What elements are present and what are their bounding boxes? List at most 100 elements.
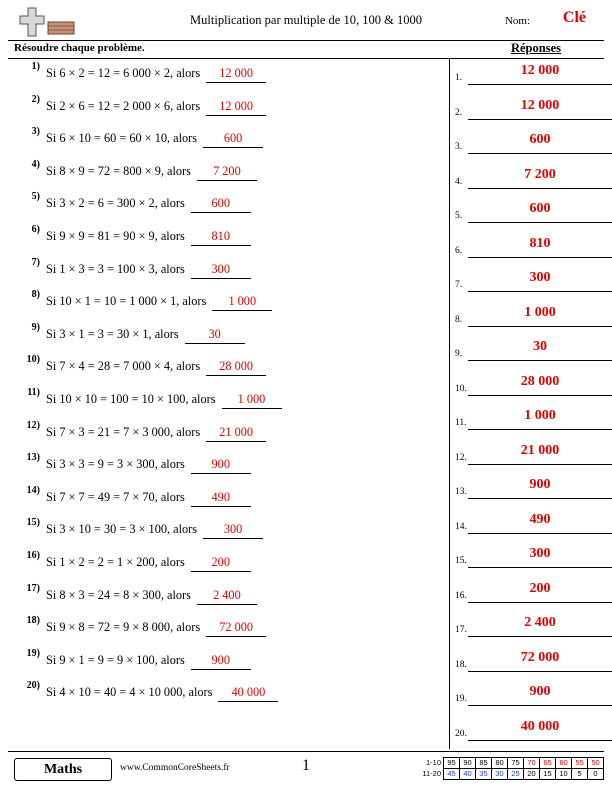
problem-text: Si 9 × 1 = 9 = 9 × 100, alors	[46, 652, 185, 667]
answer-value[interactable]: 21 000	[470, 443, 610, 459]
problem-answer-blank[interactable]: 30	[184, 327, 245, 344]
problem-answer-blank[interactable]: 600	[190, 196, 251, 214]
problem-answer-blank[interactable]: 200	[190, 555, 251, 572]
problem-row: 7) Si 1 × 3 = 3 = 100 × 3, alors 300	[8, 255, 449, 288]
answer-number: 10.	[455, 383, 467, 394]
problem-number: 8)	[31, 289, 40, 301]
name-label: Nom:	[504, 15, 530, 27]
problem-answer-blank[interactable]: 300	[203, 522, 264, 540]
answer-value[interactable]: 810	[470, 236, 610, 252]
problem-answer-blank[interactable]: 72 000	[206, 620, 267, 638]
score-cell: 80	[491, 757, 508, 769]
problem-text: Si 3 × 3 = 9 = 3 × 300, alors	[46, 457, 185, 472]
score-cell: 30	[491, 768, 508, 780]
answer-value[interactable]: 7 200	[470, 167, 610, 183]
answer-value[interactable]: 40 000	[470, 719, 610, 735]
problem-row: 18) Si 9 × 8 = 72 = 9 × 8 000, alors 72 00…	[8, 613, 449, 646]
answer-value[interactable]: 12 000	[470, 98, 610, 114]
score-row: 1-10 95 90 85 80 75 70 65 60 55 50	[417, 757, 604, 769]
answer-underline	[468, 567, 612, 568]
answer-value[interactable]: 900	[470, 684, 610, 700]
problem-text: Si 2 × 6 = 12 = 2 000 × 6, alors	[46, 98, 201, 113]
page-header: Multiplication par multiple de 10, 100 &…	[8, 6, 604, 41]
score-row-label: 1-10	[425, 758, 441, 767]
problem-text: Si 7 × 3 = 21 = 7 × 3 000, alors	[46, 424, 201, 439]
problem-row: 4) Si 8 × 9 = 72 = 800 × 9, alors 7 200	[8, 157, 449, 190]
answer-number: 3.	[455, 142, 463, 152]
problem-number: 9)	[31, 321, 40, 333]
answer-value[interactable]: 12 000	[470, 63, 610, 79]
score-cell: 0	[587, 768, 604, 780]
answer-value[interactable]: 30	[470, 339, 610, 355]
answer-number: 11.	[455, 418, 467, 428]
answer-value[interactable]: 600	[470, 132, 610, 148]
problem-text: Si 10 × 10 = 100 = 10 × 100, alors	[46, 391, 216, 406]
instructions-bar: Résoudre chaque problème. Réponses	[8, 41, 604, 59]
problem-text: Si 1 × 2 = 2 = 1 × 200, alors	[46, 554, 185, 569]
answer-number: 7.	[455, 280, 463, 290]
answer-number: 2.	[455, 107, 463, 118]
answer-underline	[468, 291, 612, 292]
answer-number: 5.	[455, 211, 463, 221]
score-cell: 65	[539, 757, 556, 769]
answer-value[interactable]: 28 000	[470, 374, 610, 390]
score-cell: 85	[475, 757, 492, 769]
problem-number: 2)	[31, 93, 40, 105]
problem-answer-blank[interactable]: 600	[203, 131, 264, 149]
answer-underline	[468, 84, 612, 85]
problem-answer-blank[interactable]: 1 000	[221, 392, 282, 409]
problem-answer-blank[interactable]: 300	[190, 262, 251, 279]
answer-value[interactable]: 72 000	[470, 650, 610, 666]
problem-answer-blank[interactable]: 12 000	[206, 99, 267, 116]
answer-value[interactable]: 1 000	[470, 305, 610, 321]
answer-number: 9.	[455, 349, 463, 359]
page-footer: Maths www.CommonCoreSheets.fr 1 1-10 95 90…	[8, 751, 604, 786]
answer-value[interactable]: 490	[470, 512, 610, 528]
problem-answer-blank[interactable]: 2 400	[196, 588, 257, 605]
problem-number: 19)	[26, 647, 40, 659]
problem-answer-blank[interactable]: 21 000	[206, 425, 267, 442]
problem-answer-blank[interactable]: 1 000	[212, 294, 273, 312]
problem-number: 6)	[31, 223, 40, 235]
answer-underline	[468, 532, 612, 534]
answer-number: 18.	[455, 659, 467, 670]
answer-row: 13. 900	[452, 473, 612, 508]
answer-row: 3. 600	[452, 128, 612, 163]
answer-value[interactable]: 300	[470, 270, 610, 286]
answer-value[interactable]: 600	[470, 201, 610, 217]
instruction-text: Résoudre chaque problème.	[14, 42, 145, 54]
answer-value[interactable]: 2 400	[470, 615, 610, 631]
problem-text: Si 7 × 7 = 49 = 7 × 70, alors	[46, 489, 185, 504]
score-cell: 10	[555, 768, 572, 780]
problem-answer-blank[interactable]: 28 000	[206, 359, 267, 377]
score-cell: 50	[587, 757, 604, 769]
answer-value[interactable]: 1 000	[470, 408, 610, 424]
score-cell: 95	[443, 757, 460, 769]
problem-answer-blank[interactable]: 490	[190, 490, 251, 507]
answer-value[interactable]: 200	[470, 581, 610, 597]
problem-text: Si 9 × 8 = 72 = 9 × 8 000, alors	[46, 620, 201, 635]
score-cell: 5	[571, 768, 588, 780]
score-cell: 45	[443, 768, 460, 780]
answer-row: 6. 810	[452, 232, 612, 267]
problem-text: Si 6 × 10 = 60 = 60 × 10, alors	[46, 131, 198, 146]
answer-value[interactable]: 900	[470, 477, 610, 493]
problem-answer-blank[interactable]: 810	[190, 229, 251, 246]
answers-column-title: Réponses	[510, 41, 561, 55]
problem-answer-blank[interactable]: 900	[190, 457, 251, 475]
problem-answer-blank[interactable]: 900	[190, 653, 251, 670]
answer-underline	[468, 429, 612, 430]
score-row-label: 11-20	[422, 769, 441, 778]
problem-answer-blank[interactable]: 12 000	[206, 66, 267, 83]
problem-answer-blank[interactable]: 40 000	[218, 685, 279, 703]
problem-number: 7)	[31, 256, 40, 268]
column-divider	[449, 59, 450, 749]
answer-number: 13.	[455, 487, 467, 497]
answer-row: 20. 40 000	[452, 715, 612, 750]
answer-row: 4. 7 200	[452, 163, 612, 198]
answer-value[interactable]: 300	[470, 546, 610, 562]
problem-row: 6) Si 9 × 9 = 81 = 90 × 9, alors 810	[8, 222, 449, 255]
problem-answer-blank[interactable]: 7 200	[196, 164, 257, 181]
score-cell: 60	[555, 757, 572, 769]
problem-row: 5) Si 3 × 2 = 6 = 300 × 2, alors 600	[8, 189, 449, 222]
